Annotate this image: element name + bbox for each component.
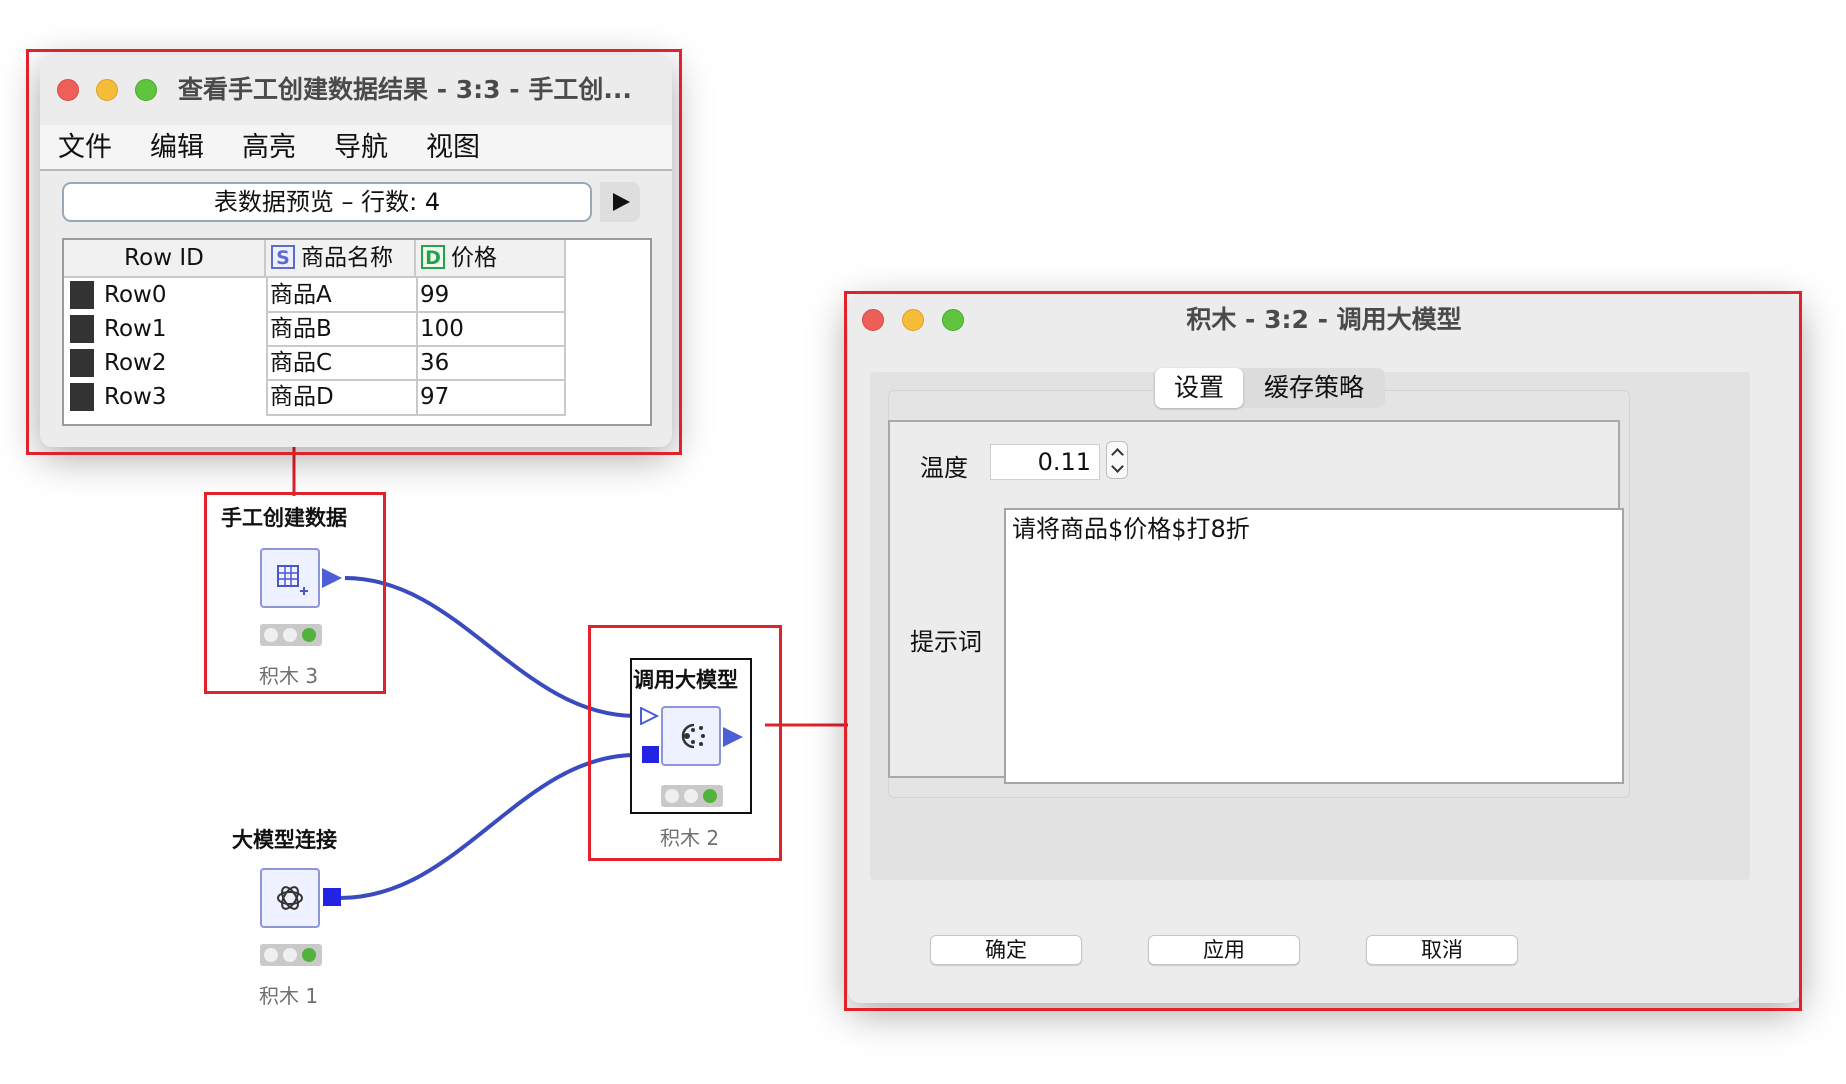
output-port-model-icon[interactable]: [323, 888, 341, 906]
highlight-create-data-node: [204, 492, 386, 694]
highlight-config-window: [844, 291, 1802, 1011]
node-label-model-connect: 大模型连接: [232, 828, 337, 852]
highlight-table-window: [26, 49, 682, 455]
highlight-llm-call-node: [588, 625, 782, 861]
node-status-indicator: [260, 944, 322, 966]
openai-icon: [277, 886, 303, 910]
node-name-model-connect: 积木 1: [259, 984, 319, 1008]
node-model-connect[interactable]: [260, 868, 320, 928]
